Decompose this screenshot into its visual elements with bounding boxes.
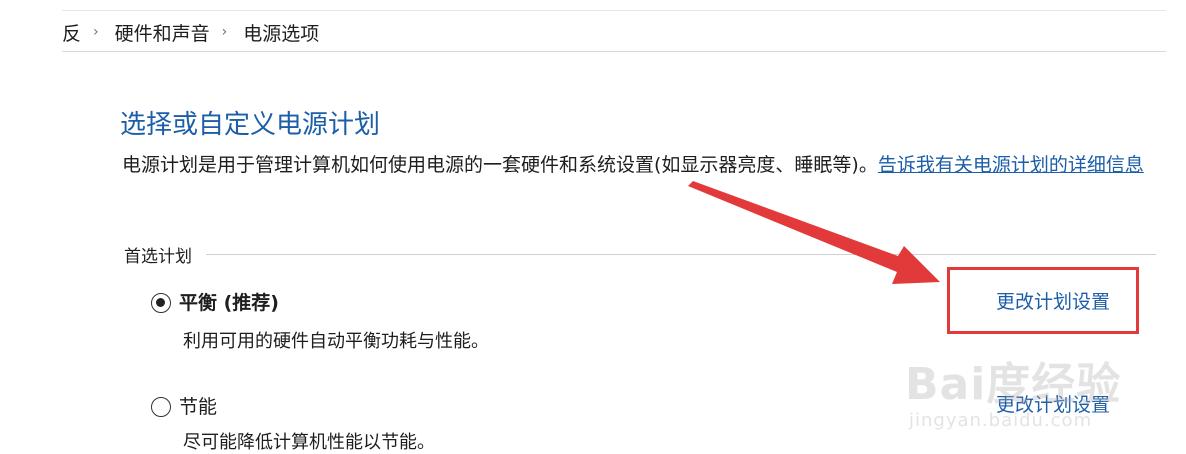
annotation-arrow-icon	[688, 181, 940, 284]
